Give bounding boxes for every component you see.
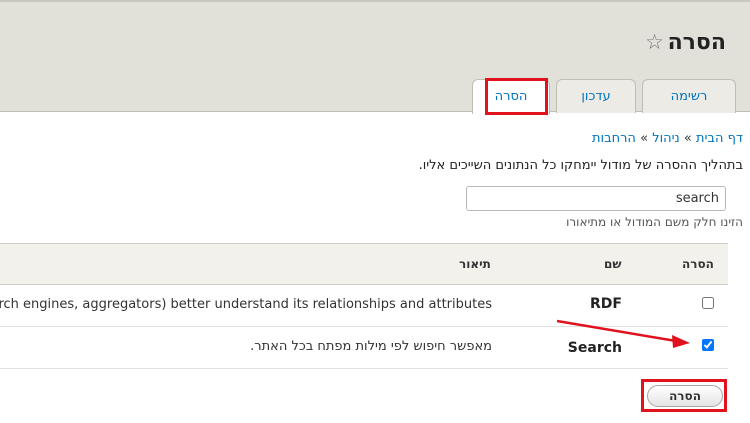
annotation-arrow-icon [556,319,690,348]
uninstall-button[interactable]: הסרה [647,385,723,407]
